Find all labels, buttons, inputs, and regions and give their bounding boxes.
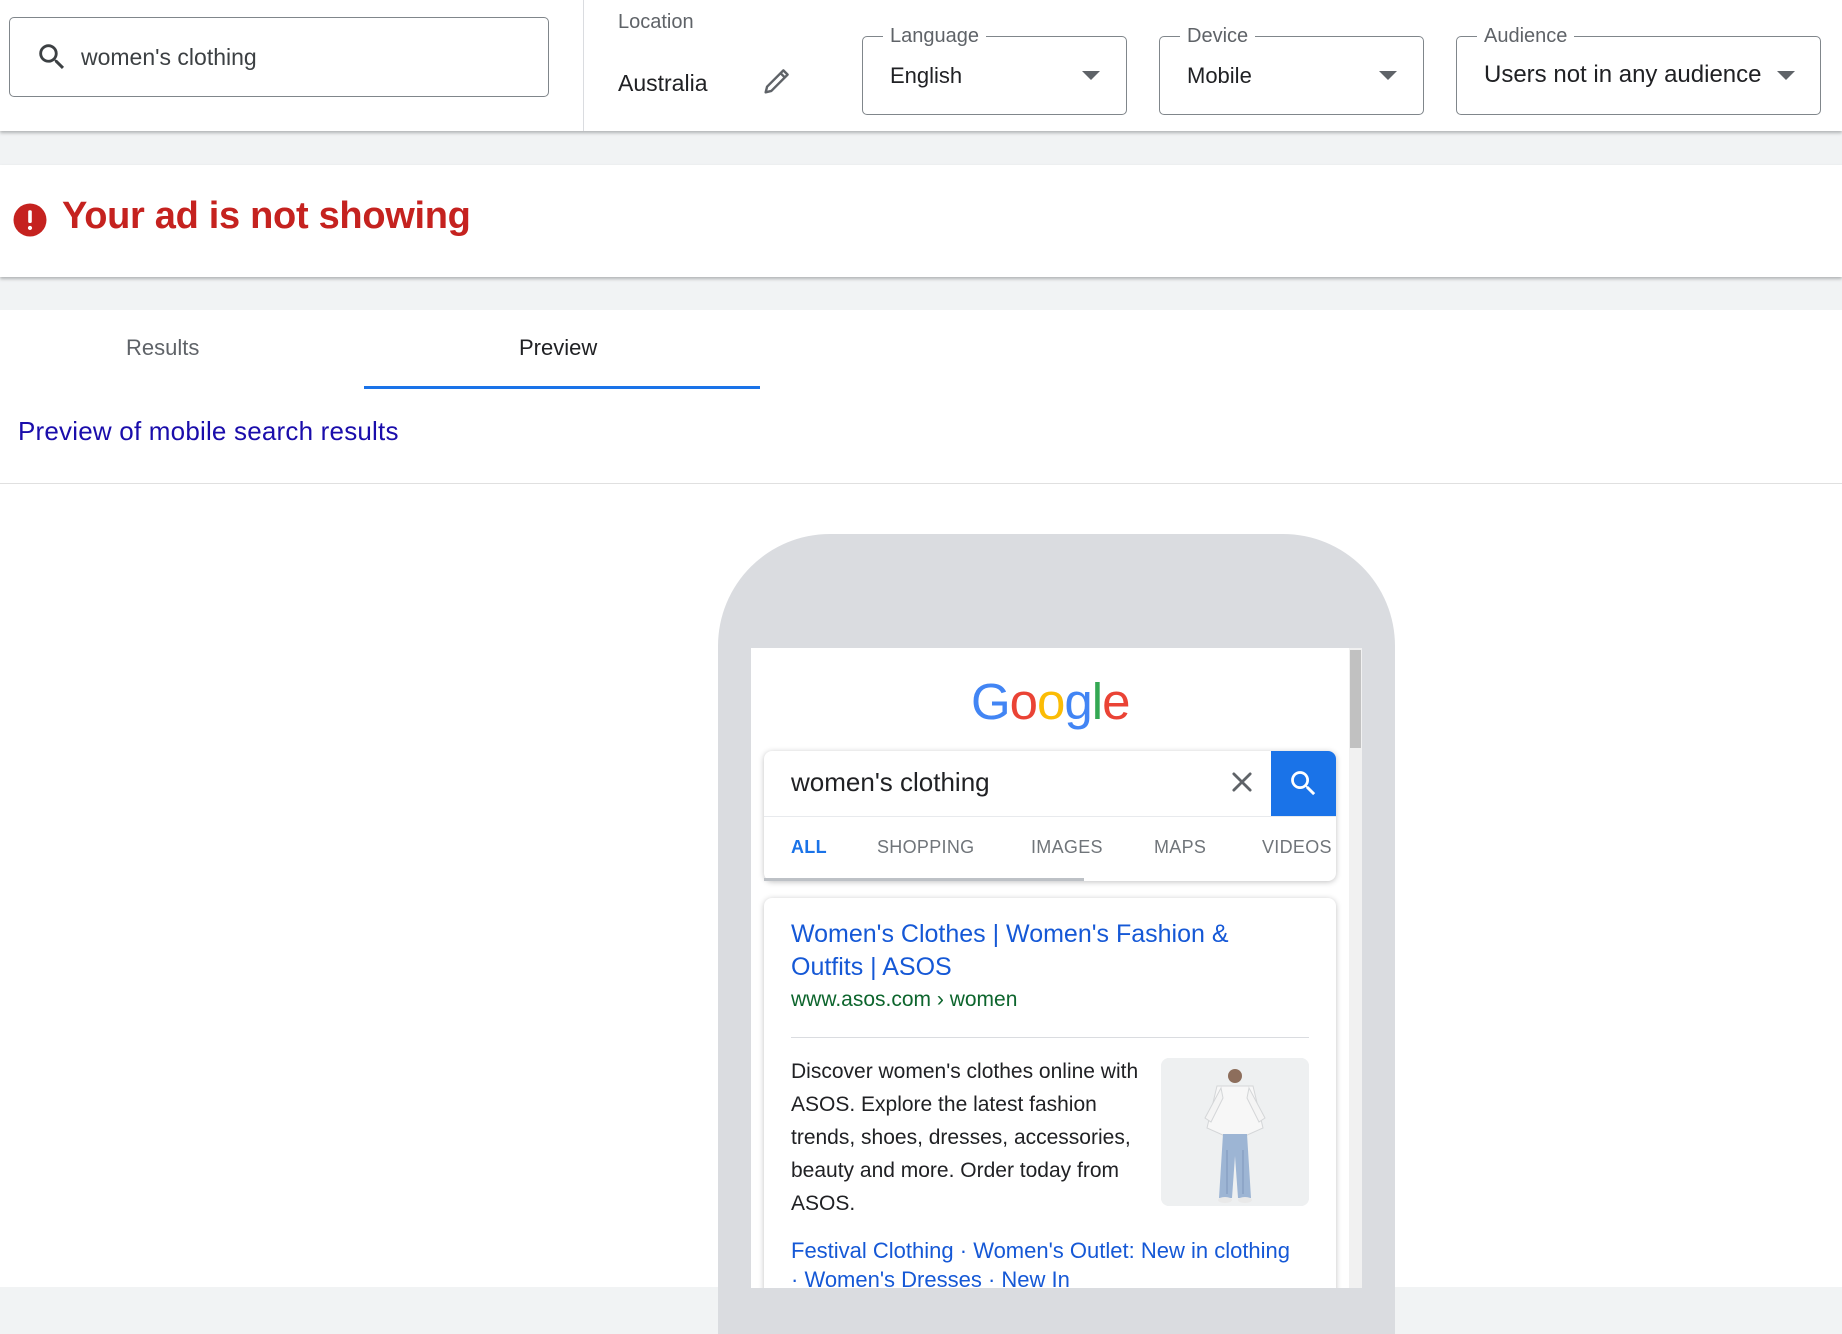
sitelink-new-in[interactable]: New In bbox=[1001, 1267, 1069, 1288]
search-tab-all[interactable]: ALL bbox=[791, 837, 827, 858]
language-label: Language bbox=[883, 24, 986, 48]
device-select[interactable]: Device Mobile bbox=[1159, 24, 1424, 115]
active-tab-indicator bbox=[364, 386, 760, 389]
divider bbox=[583, 0, 584, 131]
sitelink-womens-outlet[interactable]: Women's Outlet: New in clothing bbox=[973, 1238, 1290, 1263]
scrollbar-thumb[interactable] bbox=[1350, 650, 1361, 748]
ad-status-message: Your ad is not showing bbox=[62, 195, 471, 237]
audience-select[interactable]: Audience Users not in any audience bbox=[1456, 24, 1821, 115]
scrollbar[interactable] bbox=[1349, 648, 1362, 1288]
search-tab-videos[interactable]: VIDEOS bbox=[1262, 837, 1332, 858]
search-tab-maps[interactable]: MAPS bbox=[1154, 837, 1206, 858]
divider bbox=[764, 816, 1336, 817]
audience-value: Users not in any audience bbox=[1484, 61, 1762, 88]
google-search-button[interactable] bbox=[1271, 751, 1336, 816]
tab-results[interactable]: Results bbox=[126, 335, 199, 361]
search-icon bbox=[39, 44, 65, 70]
ad-status-banner: Your ad is not showing bbox=[0, 165, 1842, 277]
edit-pencil-icon[interactable] bbox=[760, 64, 794, 98]
result-sitelinks: Festival Clothing · Women's Outlet: New … bbox=[791, 1236, 1321, 1288]
sitelink-womens-dresses[interactable]: Women's Dresses bbox=[804, 1267, 981, 1288]
search-tab-shopping[interactable]: SHOPPING bbox=[877, 837, 974, 858]
result-title-link[interactable]: Women's Clothes | Women's Fashion & Outf… bbox=[791, 918, 1291, 984]
search-tab-scroll-indicator bbox=[764, 878, 1084, 881]
keyword-search-input[interactable]: women's clothing bbox=[9, 17, 549, 97]
device-label: Device bbox=[1180, 24, 1256, 48]
phone-screen: Google women's clothing ALL SHOPPING IMA… bbox=[751, 648, 1362, 1288]
preview-title: Preview of mobile search results bbox=[18, 416, 399, 446]
clear-icon[interactable] bbox=[1228, 768, 1256, 796]
divider bbox=[791, 1037, 1309, 1038]
google-search-box: women's clothing ALL SHOPPING IMAGES MAP… bbox=[764, 751, 1336, 881]
fashion-model-image bbox=[1161, 1058, 1309, 1206]
main-panel: Results Preview Preview of mobile search… bbox=[0, 310, 1842, 1334]
language-value: English bbox=[890, 63, 963, 88]
google-logo: Google bbox=[971, 673, 1131, 730]
location-label: Location bbox=[618, 11, 694, 33]
search-tab-images[interactable]: IMAGES bbox=[1031, 837, 1103, 858]
result-url: www.asos.com › women bbox=[791, 988, 1018, 1011]
dropdown-arrow-icon bbox=[1082, 71, 1100, 80]
language-select[interactable]: Language English bbox=[862, 24, 1127, 115]
sitelink-festival-clothing[interactable]: Festival Clothing bbox=[791, 1238, 954, 1263]
tab-preview[interactable]: Preview bbox=[519, 335, 597, 361]
error-icon bbox=[13, 203, 47, 237]
result-thumbnail-image[interactable] bbox=[1161, 1058, 1309, 1206]
keyword-search-value: women's clothing bbox=[81, 44, 257, 70]
filter-bar: women's clothing Location Australia Lang… bbox=[0, 0, 1842, 131]
divider bbox=[0, 483, 1842, 484]
search-icon bbox=[1291, 771, 1316, 796]
location-value: Australia bbox=[618, 70, 708, 96]
dropdown-arrow-icon bbox=[1379, 71, 1397, 80]
audience-label: Audience bbox=[1477, 24, 1575, 48]
dropdown-arrow-icon bbox=[1777, 71, 1795, 80]
search-result-card: Women's Clothes | Women's Fashion & Outf… bbox=[764, 898, 1336, 1288]
google-search-query[interactable]: women's clothing bbox=[791, 767, 990, 798]
result-snippet: Discover women's clothes online with ASO… bbox=[791, 1060, 1139, 1215]
device-value: Mobile bbox=[1187, 63, 1252, 88]
